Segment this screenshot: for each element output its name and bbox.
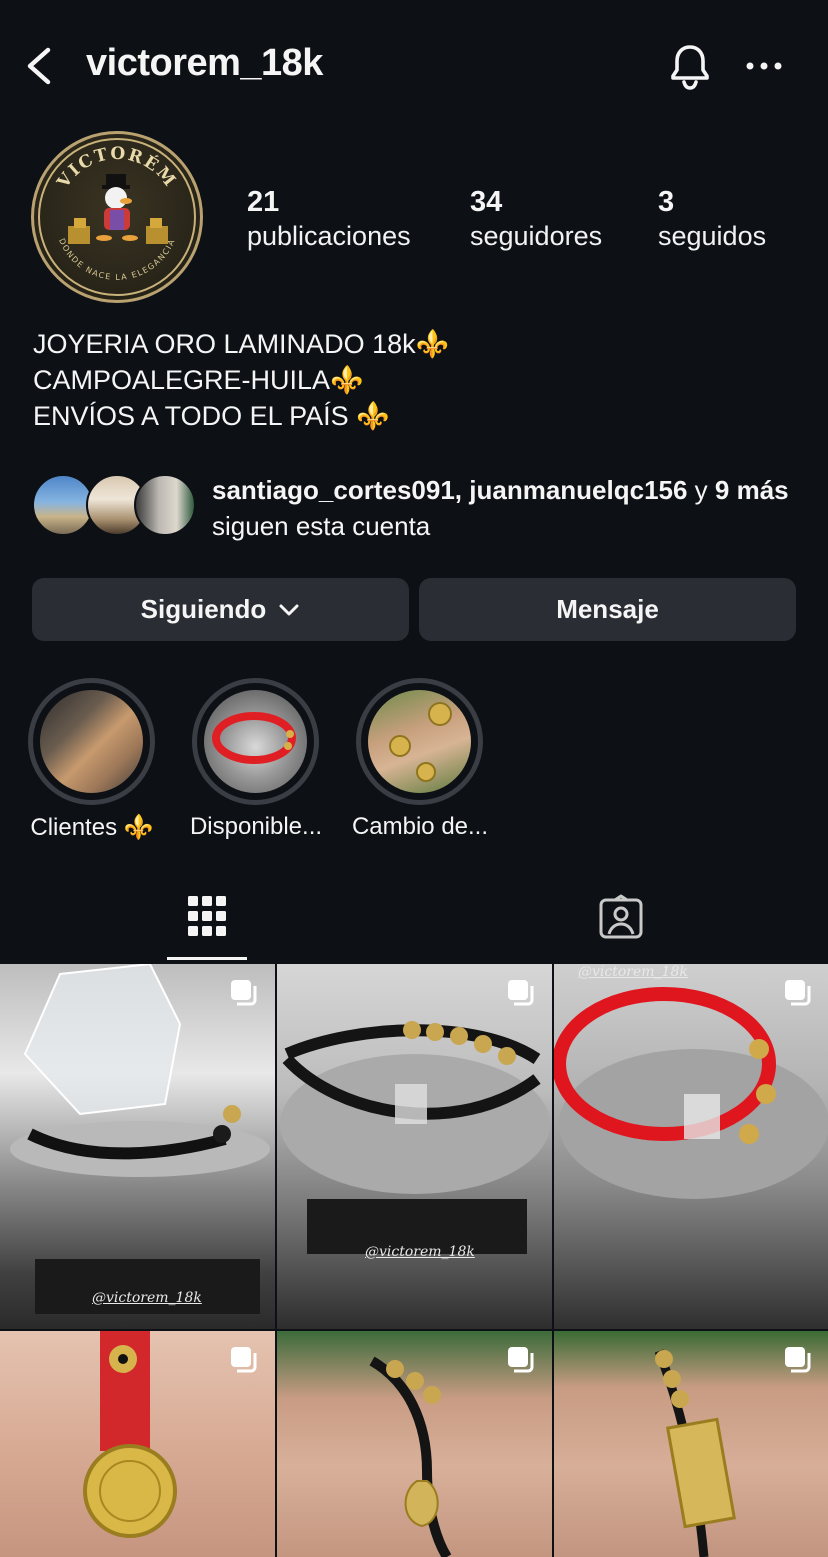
stat-following[interactable]: 3 seguidos xyxy=(658,184,766,254)
more-options-icon[interactable] xyxy=(742,50,786,82)
bio-line-1: JOYERIA ORO LAMINADO 18k⚜️ xyxy=(33,326,449,362)
followed-by-text[interactable]: santiago_cortes091, juanmanuelqc156 y 9 … xyxy=(212,472,812,544)
highlight-label-clientes: Clientes ⚜️ xyxy=(30,814,154,841)
post-thumbnail[interactable] xyxy=(554,1331,828,1557)
mutual-user-2[interactable]: juanmanuelqc156 xyxy=(469,475,687,505)
bio-line-2: CAMPOALEGRE-HUILA⚜️ xyxy=(33,362,449,398)
stat-posts[interactable]: 21 publicaciones xyxy=(247,184,411,254)
multiple-images-icon xyxy=(231,980,257,1006)
stat-followers[interactable]: 34 seguidores xyxy=(470,184,602,254)
mutual-suffix: siguen esta cuenta xyxy=(212,511,431,541)
mutual-and: y xyxy=(687,475,715,505)
stat-following-value: 3 xyxy=(658,186,675,218)
following-button[interactable]: Siguiendo xyxy=(32,578,409,641)
mutual-comma: , xyxy=(454,475,470,505)
message-button-label: Mensaje xyxy=(556,594,659,624)
fleur-de-lis-icon: ⚜️ xyxy=(330,365,364,395)
highlight-cover xyxy=(368,690,471,793)
multiple-images-icon xyxy=(785,1347,811,1373)
chevron-down-icon xyxy=(279,604,299,615)
tagged-person-icon[interactable] xyxy=(598,894,644,940)
medals-art xyxy=(389,702,452,782)
post-thumbnail[interactable] xyxy=(277,1331,552,1557)
multiple-images-icon xyxy=(231,1347,257,1373)
highlight-label-disponible: Disponible... xyxy=(189,813,323,840)
bio-line-3: ENVÍOS A TODO EL PAÍS ⚜️ xyxy=(33,398,449,434)
bio-line-2-text: CAMPOALEGRE-HUILA xyxy=(33,365,331,395)
avatar-logo-art: VICTORÉM DONDE NACE LA ELEGANCIA xyxy=(38,138,196,296)
post-thumbnail[interactable]: @victorem_18k xyxy=(0,964,275,1329)
mutual-user-1[interactable]: santiago_cortes091 xyxy=(212,475,455,505)
highlight-cover xyxy=(40,690,143,793)
profile-username-title: victorem_18k xyxy=(86,42,323,84)
post-watermark: @victorem_18k xyxy=(578,964,688,980)
message-button[interactable]: Mensaje xyxy=(419,578,796,641)
post-watermark: @victorem_18k xyxy=(365,1244,475,1260)
highlight-clientes[interactable] xyxy=(28,678,155,805)
stat-posts-label: publicaciones xyxy=(247,221,411,252)
highlight-disponible[interactable] xyxy=(192,678,319,805)
highlight-label-cambio: Cambio de... xyxy=(351,813,489,840)
stat-posts-value: 21 xyxy=(247,186,280,218)
bell-icon[interactable] xyxy=(664,40,716,92)
active-tab-indicator xyxy=(167,957,247,960)
profile-avatar[interactable]: VICTORÉM DONDE NACE LA ELEGANCIA xyxy=(31,131,203,303)
multiple-images-icon xyxy=(508,1347,534,1373)
post-thumbnail[interactable]: @victorem_18k xyxy=(277,964,552,1329)
post-thumbnail[interactable]: @victorem_18k xyxy=(554,964,828,1329)
mutual-follower-avatar[interactable] xyxy=(134,474,196,536)
following-button-label: Siguiendo xyxy=(140,594,267,624)
mutual-follower-avatar[interactable] xyxy=(32,474,94,536)
bio-line-1-text: JOYERIA ORO LAMINADO 18k xyxy=(33,329,416,359)
fleur-de-lis-icon: ⚜️ xyxy=(356,401,390,431)
fleur-de-lis-icon: ⚜️ xyxy=(415,329,450,359)
highlight-cover xyxy=(204,690,307,793)
highlight-cambio[interactable] xyxy=(356,678,483,805)
back-chevron-icon[interactable] xyxy=(22,44,58,88)
multiple-images-icon xyxy=(785,980,811,1006)
post-art xyxy=(554,987,828,1199)
profile-bio: JOYERIA ORO LAMINADO 18k⚜️ CAMPOALEGRE-H… xyxy=(33,326,449,434)
stat-following-label: seguidos xyxy=(658,221,767,252)
red-bracelet-art xyxy=(212,712,296,764)
bio-line-3-text: ENVÍOS A TODO EL PAÍS xyxy=(33,401,357,431)
multiple-images-icon xyxy=(508,980,534,1006)
stat-followers-value: 34 xyxy=(470,186,503,218)
stat-followers-label: seguidores xyxy=(470,221,603,252)
mutual-more[interactable]: 9 más xyxy=(715,475,789,505)
post-art xyxy=(10,964,270,1314)
post-art xyxy=(280,1021,550,1254)
grid-icon[interactable] xyxy=(186,894,228,938)
post-thumbnail[interactable] xyxy=(0,1331,275,1557)
post-watermark: @victorem_18k xyxy=(92,1290,202,1306)
